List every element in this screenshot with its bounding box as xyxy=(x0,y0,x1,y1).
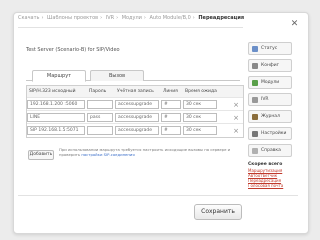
phone-icon xyxy=(252,97,258,103)
table-row: 192.168.1.200 :5060 accessupgrade # 30 с… xyxy=(27,98,243,111)
line-field[interactable]: # xyxy=(161,126,181,135)
timeout-field[interactable]: 30 сек xyxy=(183,113,217,122)
delete-row-icon[interactable]: × xyxy=(232,114,240,122)
main-panel: Test Server (Scenario-B) for SIP/Video М… xyxy=(26,44,246,164)
address-field[interactable]: SIP 192.168.1.5:5071 xyxy=(27,126,85,135)
breadcrumb-item[interactable]: Шаблоны проектов xyxy=(47,15,98,21)
breadcrumb-item[interactable]: IVR xyxy=(106,15,114,21)
breadcrumb: Скачать › Шаблоны проектов › IVR › Модули › … xyxy=(18,15,245,21)
breadcrumb-current: Переадресация xyxy=(198,15,245,21)
delete-row-icon[interactable]: × xyxy=(232,127,240,135)
delete-row-icon[interactable]: × xyxy=(232,101,240,109)
account-field[interactable]: accessupgrade xyxy=(115,113,159,122)
timeout-field[interactable]: 30 сек xyxy=(183,126,217,135)
sidebar-button-label: Статус xyxy=(261,46,278,51)
sidebar-button-label: Настройки xyxy=(261,131,287,136)
wrench-icon xyxy=(252,131,258,137)
divider xyxy=(18,27,243,28)
sidebar-button-settings[interactable]: Настройки xyxy=(248,127,292,140)
recent-title: Скорее всего xyxy=(248,162,283,167)
tab-call[interactable]: Вызов xyxy=(90,70,144,81)
help-note-link[interactable]: настройки SIP-соединения xyxy=(81,152,134,157)
sidebar-button-modules[interactable]: Модули xyxy=(248,76,292,89)
column-header: SIP/H.323 исходный xyxy=(29,89,76,94)
sidebar-button-status[interactable]: Статус xyxy=(248,42,292,55)
gear-icon xyxy=(252,63,258,69)
address-field[interactable]: 192.168.1.200 :5060 xyxy=(27,100,85,109)
sidebar-button-label: Конфиг xyxy=(261,63,280,68)
table-footer: Добавить При использовании маршрута треб… xyxy=(26,146,244,162)
table-row: SIP 192.168.1.5:5071 accessupgrade # 30 … xyxy=(27,124,243,137)
sidebar-button-help[interactable]: Справка xyxy=(248,144,292,157)
puzzle-icon xyxy=(252,80,258,86)
account-field[interactable]: accessupgrade xyxy=(115,100,159,109)
timeout-field[interactable]: 30 сек xyxy=(183,100,217,109)
table-row: LINE pass accessupgrade # 30 сек × xyxy=(27,111,243,124)
sidebar-button-config[interactable]: Конфиг xyxy=(248,59,292,72)
config-file-label: Test Server (Scenario-B) for SIP/Video xyxy=(26,47,120,53)
close-icon[interactable]: ✕ xyxy=(290,20,299,29)
help-note: При использовании маршрута требуется нас… xyxy=(59,147,244,163)
tab-route[interactable]: Маршрут xyxy=(32,70,86,82)
password-field[interactable] xyxy=(87,100,113,109)
breadcrumb-item[interactable]: Модули xyxy=(122,15,142,21)
log-icon xyxy=(252,114,258,120)
sidebar-button-label: Журнал xyxy=(261,114,280,119)
sidebar-button-label: Справка xyxy=(261,148,281,153)
route-table: SIP/H.323 исходный Пароль Учётная запись… xyxy=(26,85,244,138)
add-row-button[interactable]: Добавить xyxy=(28,150,54,160)
recent-link[interactable]: Голосовая почта xyxy=(248,183,292,188)
divider xyxy=(18,195,298,196)
sidebar-button-ivr[interactable]: IVR xyxy=(248,93,292,106)
account-field[interactable]: accessupgrade xyxy=(115,126,159,135)
sidebar: Статус Конфиг Модули IVR Журнал Настройк… xyxy=(248,42,292,188)
column-header: Линия xyxy=(163,89,178,94)
info-icon xyxy=(252,46,258,52)
password-field[interactable]: pass xyxy=(87,113,113,122)
line-field[interactable]: # xyxy=(161,113,181,122)
sidebar-button-label: IVR xyxy=(261,97,269,102)
column-header: Учётная запись xyxy=(117,89,154,94)
table-header: SIP/H.323 исходный Пароль Учётная запись… xyxy=(27,86,243,98)
breadcrumb-item[interactable]: Auto Module/B,0 xyxy=(150,15,191,21)
sidebar-button-log[interactable]: Журнал xyxy=(248,110,292,123)
tab-bar: Маршрут Вызов xyxy=(26,67,240,82)
line-field[interactable]: # xyxy=(161,100,181,109)
address-field[interactable]: LINE xyxy=(27,113,85,122)
password-field[interactable] xyxy=(87,126,113,135)
breadcrumb-item[interactable]: Скачать xyxy=(18,15,39,21)
save-button[interactable]: Сохранить xyxy=(194,204,242,220)
sidebar-button-label: Модули xyxy=(261,80,280,85)
column-header: Время ожидания xyxy=(185,89,217,94)
column-header: Пароль xyxy=(89,89,107,94)
help-icon xyxy=(252,148,258,154)
